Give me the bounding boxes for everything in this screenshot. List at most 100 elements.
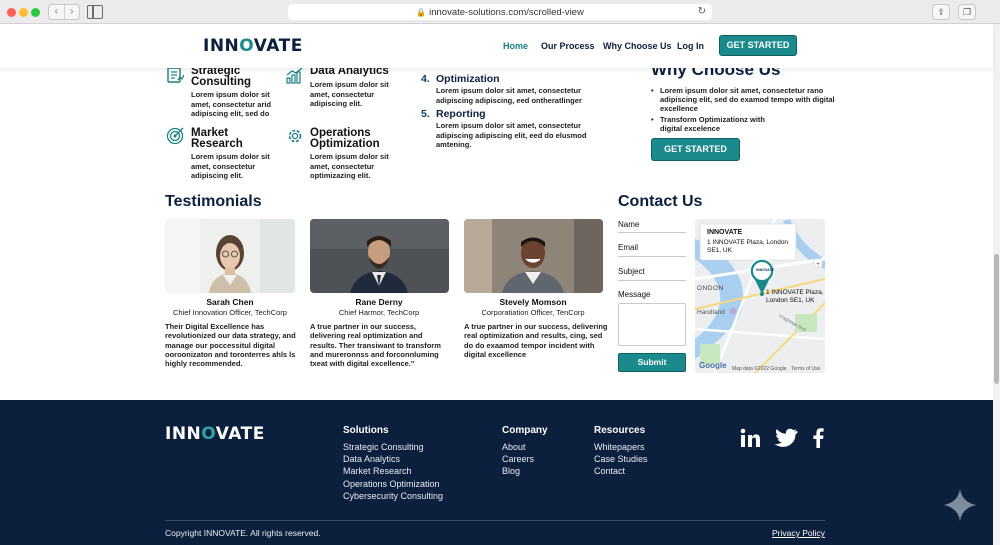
footer-link[interactable]: Contact bbox=[594, 466, 625, 476]
privacy-policy-link[interactable]: Privacy Policy bbox=[772, 528, 825, 538]
map-terms-link[interactable]: Terms of Use bbox=[791, 365, 820, 373]
footer-link[interactable]: Careers bbox=[502, 454, 534, 464]
why-list-item: Transform Optimizationz with digital exc… bbox=[651, 115, 771, 133]
lock-icon: 🔒 bbox=[416, 7, 427, 17]
footer-link[interactable]: About bbox=[502, 442, 526, 452]
service-title-operations-optimization: Operations Optimization bbox=[310, 127, 380, 150]
step-title-optimization: Optimization bbox=[436, 73, 500, 85]
svg-text:+: + bbox=[816, 261, 820, 268]
footer-link[interactable]: Cybersecurity Consulting bbox=[343, 491, 443, 501]
browser-toolbar: ‹ › 🔒 innovate-solutions.com/scrolled-vi… bbox=[0, 0, 1000, 24]
testimonial-quote: A true partner in our success, deliverin… bbox=[310, 322, 441, 369]
nav-log-in[interactable]: Log In bbox=[677, 41, 704, 51]
step-text: Lorem ipsum dolor sit amet, consectetur … bbox=[436, 121, 587, 149]
service-title-strategic-consulting: Strategic Consulting bbox=[191, 65, 252, 88]
step-number: 5. bbox=[421, 108, 430, 120]
service-text: Lorem ipsum dolor sit amet, consectetur … bbox=[310, 80, 389, 108]
tab-overview-icon[interactable]: ❐ bbox=[958, 4, 976, 20]
testimonial-role: Chief Harmor, TechCorp bbox=[338, 308, 420, 317]
footer-link[interactable]: Operations Optimization bbox=[343, 479, 440, 489]
subject-label: Subject bbox=[618, 267, 645, 276]
footer-link[interactable]: Market Research bbox=[343, 466, 412, 476]
footer-heading-solutions: Solutions bbox=[343, 425, 389, 436]
subject-field[interactable] bbox=[618, 280, 686, 281]
minimize-window-button[interactable] bbox=[19, 8, 28, 17]
footer-divider bbox=[165, 520, 825, 521]
submit-button[interactable]: Submit bbox=[618, 353, 686, 372]
sidebar-toggle-icon[interactable] bbox=[87, 5, 103, 19]
testimonial-role: Chief Innovation Officer, TechCorp bbox=[173, 308, 287, 317]
name-field[interactable] bbox=[618, 232, 686, 233]
copyright-text: Copyright INNOVATE. All rights reserved. bbox=[165, 528, 321, 538]
step-text: Lorem ipsum dolor sit amet, consectetur … bbox=[436, 86, 582, 105]
map-pin-logo: INNOVATE bbox=[756, 268, 775, 272]
document-chart-icon bbox=[167, 67, 184, 83]
nav-our-process[interactable]: Our Process bbox=[541, 41, 595, 51]
map-place-label: ONDON bbox=[697, 285, 724, 292]
twitter-icon[interactable] bbox=[775, 428, 798, 448]
service-title-market-research: Market Research bbox=[191, 127, 243, 150]
footer-link[interactable]: Strategic Consulting bbox=[343, 442, 424, 452]
footer-heading-company: Company bbox=[502, 425, 548, 436]
footer-link[interactable]: Blog bbox=[502, 466, 520, 476]
logo[interactable]: INNOVATE bbox=[203, 36, 303, 56]
testimonial-name: Stevely Momson bbox=[499, 297, 567, 307]
testimonial-quote: Their Digital Excellence has revolutioni… bbox=[165, 322, 296, 369]
map-card-address: 1 INNOVATE Plaza, London SE1, UK bbox=[707, 239, 789, 254]
zoom-window-button[interactable] bbox=[31, 8, 40, 17]
address-bar[interactable]: 🔒 innovate-solutions.com/scrolled-view ↻ bbox=[288, 4, 712, 20]
header-get-started-button[interactable]: GET STARTED bbox=[719, 35, 797, 56]
facebook-icon[interactable] bbox=[812, 427, 824, 448]
testimonial-role: Corporatiation Officer, TenCorp bbox=[481, 308, 585, 317]
history-nav: ‹ › bbox=[48, 4, 80, 20]
footer-logo[interactable]: INNOVATE bbox=[165, 424, 265, 444]
testimonial-photo-stevely-momson bbox=[464, 219, 603, 293]
map-place-label: Handland bbox=[697, 309, 725, 316]
site-footer: INNOVATE Solutions Strategic Consulting … bbox=[0, 400, 993, 545]
location-map[interactable]: + INNOVATE 1 INNOVATE Plaza, London SE1,… bbox=[695, 219, 825, 373]
step-title-reporting: Reporting bbox=[436, 108, 486, 120]
map-address-label: 1 INNOVATE Plaza, London SE1, UK bbox=[766, 289, 824, 304]
testimonial-quote: A true partner in our success, deliverin… bbox=[464, 322, 608, 359]
close-window-button[interactable] bbox=[7, 8, 16, 17]
email-field[interactable] bbox=[618, 256, 686, 257]
map-attribution: Map data ©2022 Google bbox=[732, 366, 787, 372]
message-label: Message bbox=[618, 290, 651, 299]
testimonial-photo-rane-derny bbox=[310, 219, 449, 293]
url-text: innovate-solutions.com/scrolled-view bbox=[429, 6, 584, 18]
name-label: Name bbox=[618, 220, 640, 229]
map-card-title: INNOVATE bbox=[707, 229, 743, 236]
why-list-item: Lorem ipsum dolor sit amet, consectetur … bbox=[651, 86, 836, 113]
service-text: Lorem ipsum dolor sit amet, consectetur … bbox=[310, 152, 389, 180]
scrollbar-thumb[interactable] bbox=[994, 254, 999, 384]
google-logo: Google bbox=[699, 361, 727, 370]
linkedin-icon[interactable] bbox=[740, 428, 760, 448]
testimonial-photo-sarah-chen bbox=[165, 219, 295, 293]
share-icon[interactable]: ⇪ bbox=[932, 4, 950, 20]
email-label: Email bbox=[618, 243, 639, 252]
step-number: 4. bbox=[421, 73, 430, 85]
bar-chart-icon bbox=[286, 66, 304, 84]
testimonials-title: Testimonials bbox=[165, 193, 262, 210]
testimonial-name: Sarah Chen bbox=[206, 297, 254, 307]
target-icon bbox=[166, 127, 184, 145]
footer-link[interactable]: Case Studies bbox=[594, 454, 648, 464]
back-icon[interactable]: ‹ bbox=[49, 5, 64, 19]
reload-icon[interactable]: ↻ bbox=[698, 6, 706, 17]
why-get-started-button[interactable]: GET STARTED bbox=[651, 138, 740, 161]
footer-link[interactable]: Data Analytics bbox=[343, 454, 400, 464]
message-field[interactable] bbox=[618, 303, 686, 346]
sparkle-icon bbox=[944, 489, 976, 521]
footer-link[interactable]: Whitepapers bbox=[594, 442, 645, 452]
nav-home[interactable]: Home bbox=[503, 41, 528, 51]
site-header: INNOVATE Home Our Process Why Choose Us … bbox=[0, 24, 993, 68]
service-text: Lorem ipsum dolor sit amet, consectetur … bbox=[191, 152, 270, 180]
nav-why-choose-us[interactable]: Why Choose Us bbox=[603, 41, 672, 51]
why-list: Lorem ipsum dolor sit amet, consectetur … bbox=[651, 86, 836, 135]
footer-heading-resources: Resources bbox=[594, 425, 646, 436]
gear-icon bbox=[288, 129, 302, 143]
contact-title: Contact Us bbox=[618, 193, 703, 210]
forward-icon[interactable]: › bbox=[63, 5, 80, 19]
testimonial-name: Rane Derny bbox=[355, 297, 403, 307]
service-text: Lorem ipsum dolor sit amet, consectetur … bbox=[191, 90, 272, 118]
